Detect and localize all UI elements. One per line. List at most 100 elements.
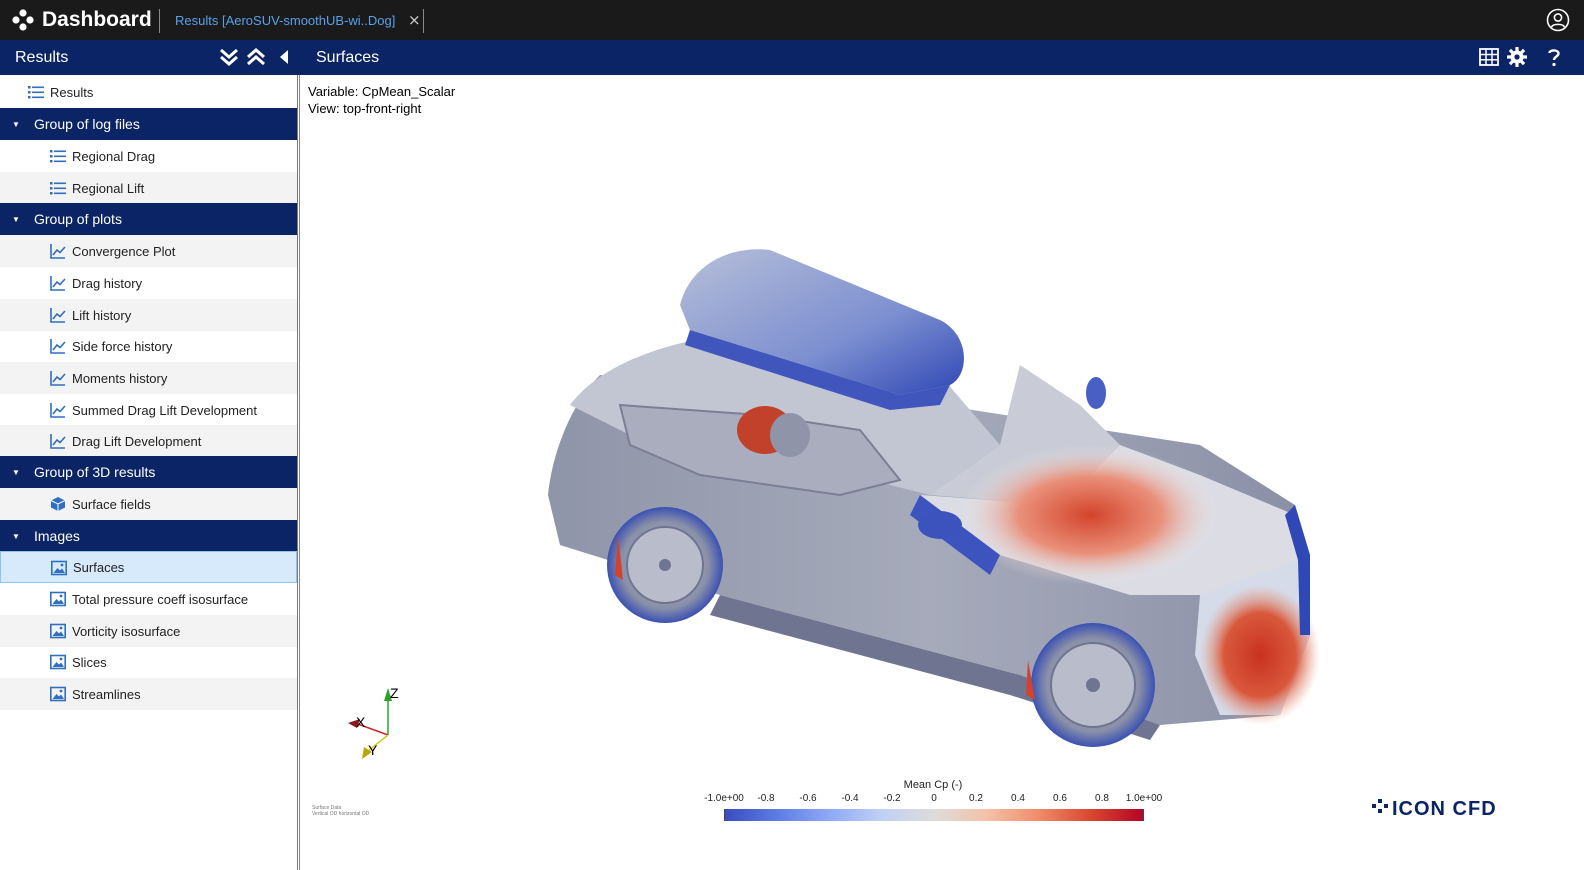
collapse-panel-icon[interactable] [274,46,296,68]
colorbar-tick: -0.8 [757,793,775,804]
group-3d-results[interactable]: ▼ Group of 3D results [0,456,297,488]
group-plots[interactable]: ▼ Group of plots [0,203,297,235]
colorbar-tick: 0.4 [1011,793,1025,804]
colorbar-tick: -0.2 [883,793,901,804]
colorbar-tick: 0 [931,793,937,804]
colorbar-tick: 1.0e+00 [1125,793,1163,804]
tree-label: Lift history [72,307,132,323]
caret-down-icon: ▼ [12,214,20,224]
results-tree: Results ▼ Group of log files Regional Dr… [0,75,298,870]
tree-label: Total pressure coeff isosurface [72,591,249,607]
line-chart-icon [50,434,66,449]
tree-label: Surface fields [72,496,151,512]
group-images[interactable]: ▼ Images [0,520,297,552]
render-note: Surface Data Vertical OD horizontal OD [312,805,369,817]
tree-label: Summed Drag Lift Development [72,402,257,418]
cube-icon [50,497,66,511]
tree-label: Regional Lift [72,180,145,196]
image-icon [50,623,66,639]
render-note-line2: Vertical OD horizontal OD [312,811,370,817]
logo-text: ICON CFD [1392,798,1497,820]
divider [423,9,424,33]
view-title: Surfaces [316,49,380,66]
tree-item-drag-history[interactable]: Drag history [0,267,297,299]
help-icon[interactable] [1543,46,1565,68]
image-icon [50,686,66,702]
tab-label[interactable]: Results [AeroSUV-smoothUB-wi..Dog] [175,13,395,28]
brand[interactable]: Dashboard [12,0,152,40]
section-bar: Results Surfaces [0,40,1584,75]
tree-item-surfaces[interactable]: Surfaces [0,551,297,583]
axis-y-label: Y [368,742,378,758]
colorbar-tick: -0.6 [799,793,817,804]
tree-label: Results [50,84,94,100]
tree-label: Drag history [72,275,143,291]
tab-results[interactable]: Results [AeroSUV-smoothUB-wi..Dog] [175,0,395,40]
group-label: Group of plots [34,211,122,227]
divider [159,9,160,33]
image-viewer[interactable]: Variable: CpMean_Scalar View: top-front-… [299,75,1584,870]
top-bar: Dashboard Results [AeroSUV-smoothUB-wi..… [0,0,1584,40]
grid-icon[interactable] [1478,46,1500,68]
tree-label: Drag Lift Development [72,433,202,449]
axis-z-label: Z [390,685,399,701]
tree-label: Surfaces [73,559,125,575]
caret-down-icon: ▼ [12,467,20,477]
tree-item-total-pressure-isosurface[interactable]: Total pressure coeff isosurface [0,583,297,615]
tree-label: Convergence Plot [72,243,176,259]
tree-root-results[interactable]: Results [0,76,297,108]
colorbar [724,809,1144,821]
tree-label: Side force history [72,338,173,354]
tree-label: Moments history [72,370,168,386]
list-icon [50,182,66,195]
tree-item-lift-history[interactable]: Lift history [0,299,297,331]
expand-all-icon[interactable] [218,46,240,68]
user-account-icon[interactable] [1546,8,1570,32]
caret-down-icon: ▼ [12,119,20,129]
tree-label: Vorticity isosurface [72,623,181,639]
tree-item-surface-fields[interactable]: Surface fields [0,488,297,520]
tree-item-streamlines[interactable]: Streamlines [0,678,297,710]
panel-title: Results [15,49,69,66]
tree-item-moments-history[interactable]: Moments history [0,362,297,394]
colorbar-tick: 0.6 [1053,793,1067,804]
tree-label: Slices [72,654,107,670]
tree-item-drag-lift-development[interactable]: Drag Lift Development [0,425,297,457]
image-icon [50,654,66,670]
line-chart-icon [50,308,66,323]
image-icon [50,591,66,607]
colorbar-title: Mean Cp (-) [903,779,963,791]
colorbar-tick: 0.8 [1095,793,1109,804]
pressure-visualization [348,249,1320,759]
line-chart-icon [50,403,66,418]
line-chart-icon [50,244,66,259]
group-label: Images [34,528,80,544]
tree-item-summed-drag-lift[interactable]: Summed Drag Lift Development [0,394,297,426]
list-icon [50,150,66,163]
line-chart-icon [50,371,66,386]
dashboard-logo-icon [12,9,34,31]
line-chart-icon [50,276,66,291]
tree-item-side-force-history[interactable]: Side force history [0,330,297,362]
group-label: Group of log files [34,116,140,132]
caret-down-icon: ▼ [12,531,20,541]
colorbar-tick: -0.4 [841,793,859,804]
tree-item-regional-drag[interactable]: Regional Drag [0,140,297,172]
tree-item-vorticity-isosurface[interactable]: Vorticity isosurface [0,615,297,647]
list-icon [28,86,44,99]
close-icon[interactable]: × [408,12,421,28]
colorbar-tick: -1.0e+00 [704,793,744,804]
collapse-all-icon[interactable] [245,46,267,68]
tree-item-slices[interactable]: Slices [0,646,297,678]
tree-label: Regional Drag [72,148,156,164]
app-title: Dashboard [42,8,152,31]
group-label: Group of 3D results [34,464,156,480]
tree-item-regional-lift[interactable]: Regional Lift [0,172,297,204]
tree-label: Streamlines [72,686,141,702]
colorbar-tick: 0.2 [969,793,983,804]
gear-icon[interactable] [1506,46,1528,68]
group-log-files[interactable]: ▼ Group of log files [0,108,297,140]
icon-cfd-logo: ICON CFD [1372,798,1497,820]
tree-item-convergence-plot[interactable]: Convergence Plot [0,235,297,267]
axis-x-label: X [356,714,366,730]
